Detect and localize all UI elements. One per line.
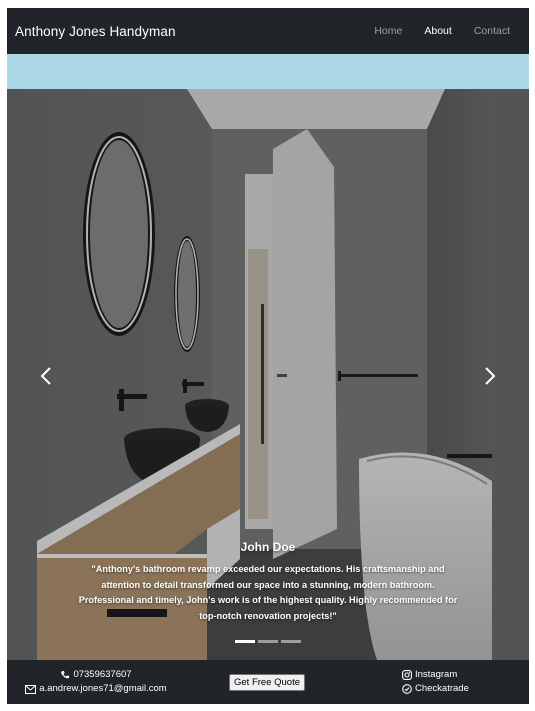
- nav-links: Home About Contact: [363, 25, 521, 37]
- carousel-next-button[interactable]: [480, 361, 500, 391]
- phone-line[interactable]: 07359637607: [21, 668, 171, 682]
- nav-link-about[interactable]: About: [413, 25, 462, 37]
- checkatrade-link[interactable]: Checkatrade: [402, 682, 469, 696]
- nav-link-home[interactable]: Home: [363, 25, 413, 37]
- social-links: Instagram Checkatrade: [402, 668, 469, 696]
- carousel-indicator-1[interactable]: [235, 640, 255, 643]
- testimonial-author: John Doe: [240, 540, 296, 554]
- contact-info: 07359637607 a.andrew.jones71@gmail.com: [21, 668, 171, 696]
- instagram-icon: [402, 670, 412, 680]
- nav-link-contact[interactable]: Contact: [463, 25, 521, 37]
- phone-number: 07359637607: [73, 669, 132, 680]
- envelope-icon: [25, 684, 37, 694]
- testimonial-quote: "Anthony's bathroom revamp exceeded our …: [78, 564, 458, 621]
- chevron-right-icon: [484, 366, 496, 386]
- instagram-label: Instagram: [415, 669, 458, 680]
- carousel-indicator-2[interactable]: [258, 640, 278, 643]
- get-free-quote-button[interactable]: Get Free Quote: [229, 674, 306, 691]
- check-circle-icon: [402, 684, 412, 694]
- email-line[interactable]: a.andrew.jones71@gmail.com: [21, 682, 171, 696]
- page-frame: Anthony Jones Handyman Home About Contac…: [7, 8, 529, 704]
- blue-banner: [7, 54, 529, 89]
- instagram-link[interactable]: Instagram: [402, 668, 469, 682]
- email-address: a.andrew.jones71@gmail.com: [39, 683, 167, 694]
- carousel-indicator-3[interactable]: [281, 640, 301, 643]
- testimonial-caption: John Doe "Anthony's bathroom revamp exce…: [77, 540, 459, 624]
- footer: 07359637607 a.andrew.jones71@gmail.com G…: [7, 660, 529, 704]
- phone-icon: [60, 670, 70, 680]
- navbar: Anthony Jones Handyman Home About Contac…: [7, 8, 529, 54]
- carousel-prev-button[interactable]: [36, 361, 56, 391]
- carousel-indicators: [7, 640, 529, 643]
- chevron-left-icon: [40, 366, 52, 386]
- checkatrade-label: Checkatrade: [415, 683, 469, 694]
- testimonial-carousel: John Doe "Anthony's bathroom revamp exce…: [7, 89, 529, 660]
- brand-logo[interactable]: Anthony Jones Handyman: [15, 24, 176, 39]
